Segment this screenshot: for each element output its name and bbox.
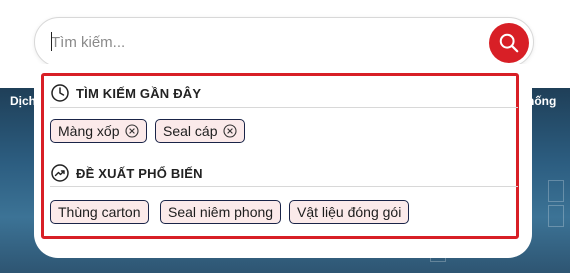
close-circle-icon[interactable] — [223, 124, 238, 138]
chip-label: Vật liệu đóng gói — [297, 204, 402, 220]
background-decoration — [548, 180, 564, 202]
recent-searches-title: TÌM KIẾM GẦN ĐÂY — [76, 85, 202, 101]
clock-icon — [50, 83, 70, 103]
text-caret — [51, 32, 52, 51]
section-divider — [50, 107, 518, 108]
recent-search-chip[interactable]: Màng xốp — [50, 119, 148, 143]
chip-label: Thùng carton — [58, 204, 141, 220]
popular-suggestion-chip[interactable]: Seal niêm phong — [160, 200, 282, 224]
background-decoration — [548, 205, 564, 227]
trending-up-icon — [50, 163, 70, 183]
popular-suggestions-title: ĐỀ XUẤT PHỔ BIẾN — [76, 165, 203, 181]
chip-label: Seal niêm phong — [168, 204, 274, 220]
popular-suggestions-header: ĐỀ XUẤT PHỔ BIẾN — [50, 159, 518, 187]
recent-searches-header: TÌM KIẾM GẦN ĐÂY — [50, 79, 518, 107]
search-input[interactable] — [51, 30, 451, 54]
search-bar — [34, 17, 534, 67]
recent-search-chip[interactable]: Seal cáp — [155, 119, 246, 143]
popular-suggestion-chip[interactable]: Vật liệu đóng gói — [289, 200, 410, 224]
section-divider — [50, 186, 518, 187]
search-icon — [499, 33, 519, 53]
chip-label: Seal cáp — [163, 123, 218, 139]
popular-suggestion-chip[interactable]: Thùng carton — [50, 200, 149, 224]
nav-item-partial-left[interactable]: Dịch — [10, 94, 36, 108]
chip-label: Màng xốp — [58, 123, 120, 139]
search-button[interactable] — [489, 23, 529, 63]
close-circle-icon[interactable] — [125, 124, 140, 138]
